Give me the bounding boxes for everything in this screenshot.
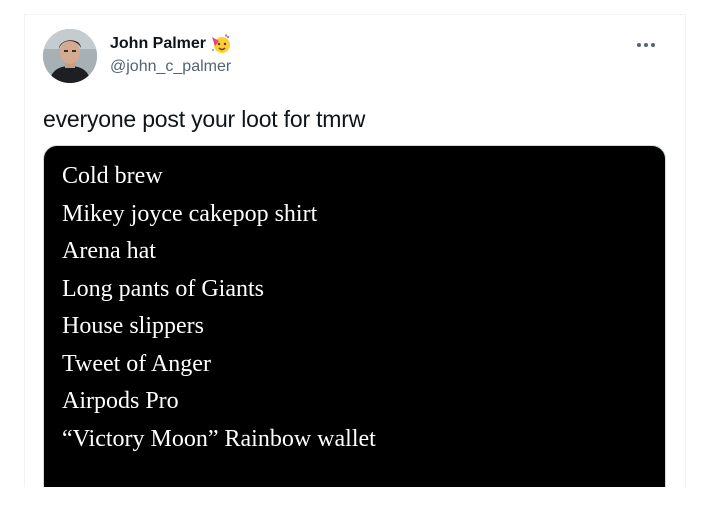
list-item: “Victory Moon” Rainbow wallet: [62, 425, 376, 452]
name-row: John Palmer: [110, 33, 232, 55]
tweet-card[interactable]: John Palmer @john_c_palmer everyone post…: [24, 14, 686, 487]
tweet-text: everyone post your loot for tmrw: [43, 106, 366, 132]
loot-list: Cold brew Mikey joyce cakepop shirt Aren…: [62, 158, 376, 458]
party-face-icon: [210, 33, 232, 55]
more-options-icon: [651, 43, 655, 47]
author-display-name[interactable]: John Palmer: [110, 34, 206, 54]
list-item: Mikey joyce cakepop shirt: [62, 200, 318, 227]
more-options-button[interactable]: [631, 35, 661, 55]
list-item: Arena hat: [62, 238, 156, 264]
more-options-icon: [644, 43, 648, 47]
tweet-media-image[interactable]: Cold brew Mikey joyce cakepop shirt Aren…: [43, 145, 666, 487]
list-item: Tweet of Anger: [62, 350, 211, 377]
author-names: John Palmer @john_c_palmer: [110, 33, 232, 77]
avatar[interactable]: [43, 29, 97, 83]
avatar-photo-icon: [43, 29, 97, 83]
list-item: Airpods Pro: [62, 388, 179, 414]
list-item: House slippers: [62, 313, 204, 339]
author-handle[interactable]: @john_c_palmer: [110, 57, 232, 77]
more-options-icon: [637, 43, 641, 47]
tweet-header: John Palmer @john_c_palmer: [43, 29, 667, 85]
list-item: Cold brew: [62, 163, 163, 189]
list-item: Long pants of Giants: [62, 275, 264, 302]
